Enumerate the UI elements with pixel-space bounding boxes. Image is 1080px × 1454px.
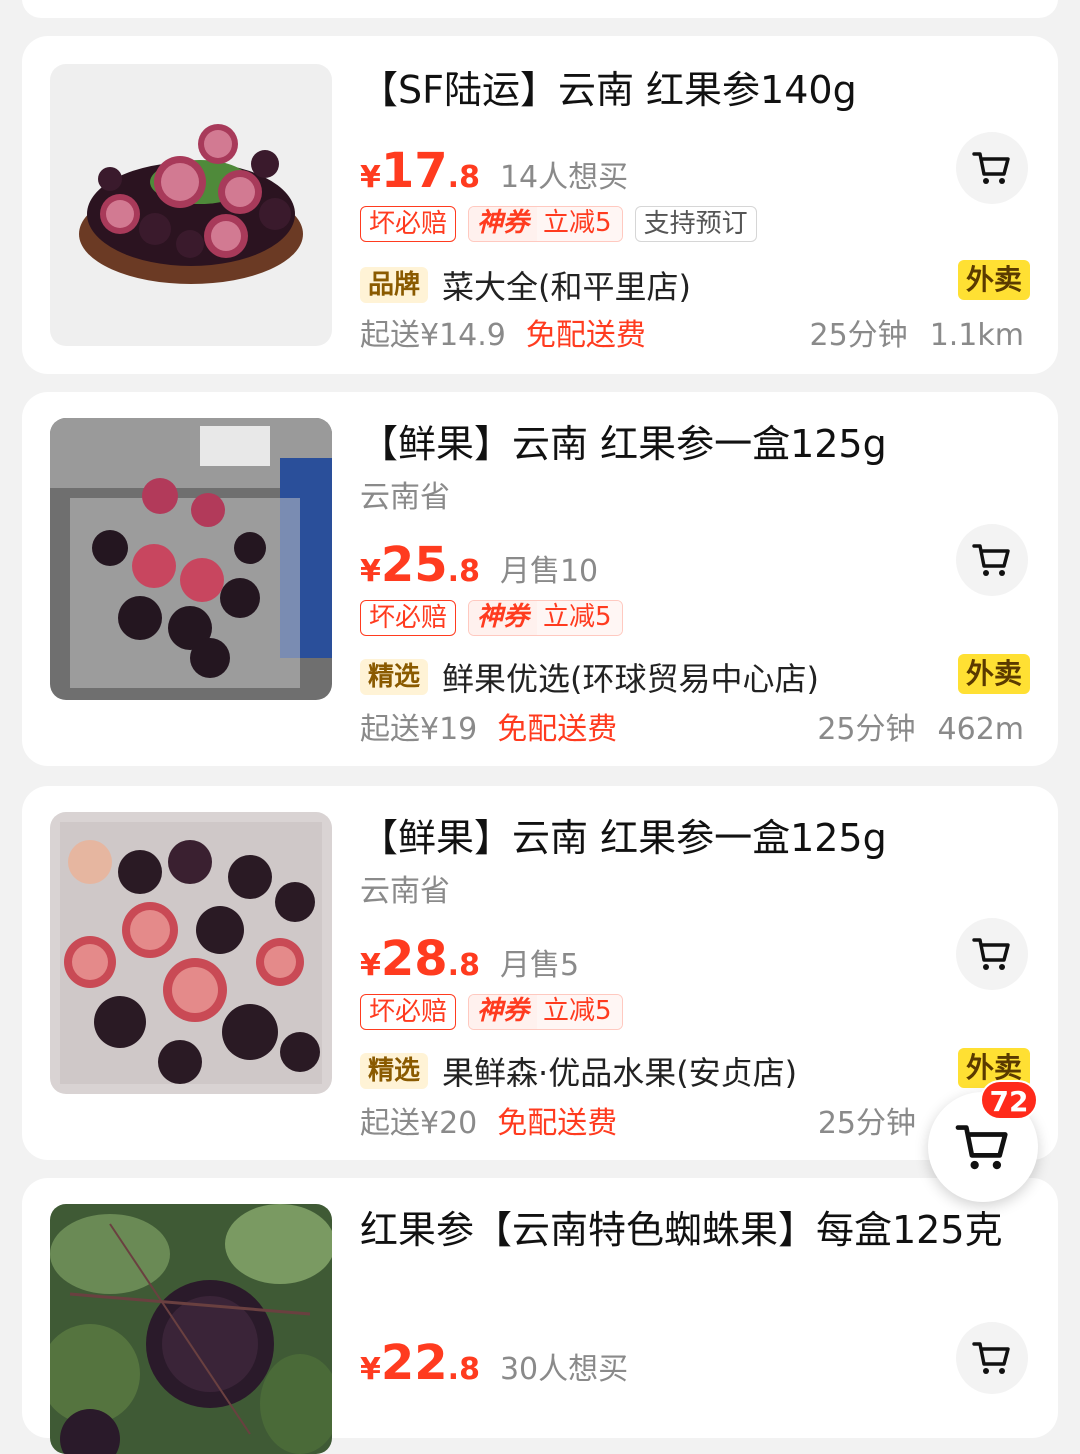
coupon-label: 神券 [469, 995, 538, 1029]
store-name[interactable]: 鲜果优选(环球贸易中心店) [442, 654, 819, 700]
store-badge: 品牌 [360, 267, 429, 303]
cart-count-badge: 72 [980, 1080, 1038, 1120]
coupon-tag[interactable]: 神券 立减5 [468, 994, 623, 1030]
coupon-tag[interactable]: 神券 立减5 [468, 206, 623, 242]
delivery-info: 起送¥19 免配送费 [360, 704, 617, 748]
price-row: ¥ 22 .8 30人想买 [360, 1338, 628, 1388]
tag-row: 坏必赔 神券 立减5 [360, 994, 623, 1030]
price-decimal: .8 [447, 948, 480, 983]
product-card[interactable]: 【鲜果】云南 红果参一盒125g 云南省 ¥ 28 .8 月售5 坏必赔 神券 … [22, 786, 1058, 1160]
store-name[interactable]: 菜大全(和平里店) [442, 262, 691, 308]
cart-icon [972, 152, 1010, 184]
waimai-badge: 外卖 [957, 654, 1030, 694]
min-order: 起送¥14.9 [360, 318, 506, 353]
delivery-info: 起送¥20 免配送费 [360, 1098, 617, 1142]
product-image[interactable] [50, 1204, 332, 1454]
cart-icon [955, 1125, 1008, 1170]
add-to-cart-button[interactable] [956, 1322, 1028, 1394]
preorder-tag: 支持预订 [634, 206, 757, 242]
distance: 462m [937, 712, 1024, 747]
store-row[interactable]: 精选 果鲜森·优品水果(安贞店) [360, 1048, 797, 1094]
price-decimal: .8 [447, 1352, 480, 1387]
product-image[interactable] [50, 812, 332, 1094]
waimai-badge: 外卖 [957, 260, 1030, 300]
coupon-text: 立减5 [537, 207, 622, 241]
product-card[interactable]: 【SF陆运】云南 红果参140g ¥ 17 .8 14人想买 坏必赔 神券 立减… [22, 36, 1058, 374]
product-photo-fruit-bowl [50, 64, 332, 346]
previous-product-card [22, 0, 1058, 18]
product-image[interactable] [50, 418, 332, 700]
price-row: ¥ 17 .8 14人想买 [360, 146, 628, 196]
product-image[interactable] [50, 64, 332, 346]
free-delivery: 免配送费 [525, 318, 646, 353]
store-row[interactable]: 精选 鲜果优选(环球贸易中心店) [360, 654, 819, 700]
eta: 25分钟 [809, 318, 908, 353]
price-decimal: .8 [447, 554, 480, 589]
origin-label: 云南省 [360, 480, 450, 515]
coupon-text: 立减5 [537, 995, 622, 1029]
product-title[interactable]: 红果参【云南特色蜘蛛果】每盒125克 [360, 1206, 1020, 1254]
eta: 25分钟 [817, 1106, 916, 1141]
price-currency: ¥ [360, 554, 381, 589]
cart-icon [972, 1342, 1010, 1374]
price-integer: 25 [380, 537, 448, 593]
product-title[interactable]: 【鲜果】云南 红果参一盒125g [360, 814, 1020, 862]
price-row: ¥ 28 .8 月售5 [360, 934, 579, 984]
price-currency: ¥ [360, 160, 381, 195]
store-row[interactable]: 品牌 菜大全(和平里店) [360, 262, 691, 308]
guarantee-tag: 坏必赔 [360, 206, 457, 242]
cart-icon [972, 544, 1010, 576]
store-badge: 精选 [360, 1053, 429, 1089]
tag-row: 坏必赔 神券 立减5 [360, 600, 623, 636]
price-decimal: .8 [447, 160, 480, 195]
guarantee-tag: 坏必赔 [360, 600, 457, 636]
product-card[interactable]: 【鲜果】云南 红果参一盒125g 云南省 ¥ 25 .8 月售10 坏必赔 神券… [22, 392, 1058, 766]
tag-row: 坏必赔 神券 立减5 支持预订 [360, 206, 757, 242]
product-title[interactable]: 【鲜果】云南 红果参一盒125g [360, 420, 1020, 468]
coupon-label: 神券 [469, 207, 538, 241]
price-currency: ¥ [360, 948, 381, 983]
sales-info: 30人想买 [499, 1352, 629, 1387]
coupon-text: 立减5 [537, 601, 622, 635]
sales-info: 月售10 [499, 554, 599, 589]
free-delivery: 免配送费 [497, 1106, 618, 1141]
add-to-cart-button[interactable] [956, 132, 1028, 204]
store-name[interactable]: 果鲜森·优品水果(安贞店) [442, 1048, 797, 1094]
price-integer: 28 [380, 931, 448, 987]
sales-info: 月售5 [499, 948, 580, 983]
add-to-cart-button[interactable] [956, 918, 1028, 990]
free-delivery: 免配送费 [497, 712, 618, 747]
price-integer: 17 [380, 143, 448, 199]
delivery-info: 起送¥14.9 免配送费 [360, 310, 646, 354]
product-photo-fruit-pile [50, 812, 332, 1094]
coupon-label: 神券 [469, 601, 538, 635]
distance: 1.1km [929, 318, 1024, 353]
price-row: ¥ 25 .8 月售10 [360, 540, 598, 590]
product-card[interactable]: 红果参【云南特色蜘蛛果】每盒125克 ¥ 22 .8 30人想买 [22, 1178, 1058, 1454]
coupon-tag[interactable]: 神券 立减5 [468, 600, 623, 636]
min-order: 起送¥20 [360, 1106, 478, 1141]
eta-distance: 25分钟 462m [817, 704, 1024, 748]
eta-distance: 25分钟 1.1km [810, 310, 1025, 354]
eta: 25分钟 [817, 712, 916, 747]
add-to-cart-button[interactable] [956, 524, 1028, 596]
cart-icon [972, 938, 1010, 970]
min-order: 起送¥19 [360, 712, 478, 747]
product-photo-fruit-plant [50, 1204, 332, 1454]
origin-label: 云南省 [360, 874, 450, 909]
product-photo-fruit-box [50, 418, 332, 700]
eta-distance: 25分钟 [818, 1098, 916, 1142]
product-title[interactable]: 【SF陆运】云南 红果参140g [360, 66, 1020, 114]
guarantee-tag: 坏必赔 [360, 994, 457, 1030]
price-currency: ¥ [360, 1352, 381, 1387]
store-badge: 精选 [360, 659, 429, 695]
sales-info: 14人想买 [499, 160, 629, 195]
price-integer: 22 [380, 1335, 448, 1391]
